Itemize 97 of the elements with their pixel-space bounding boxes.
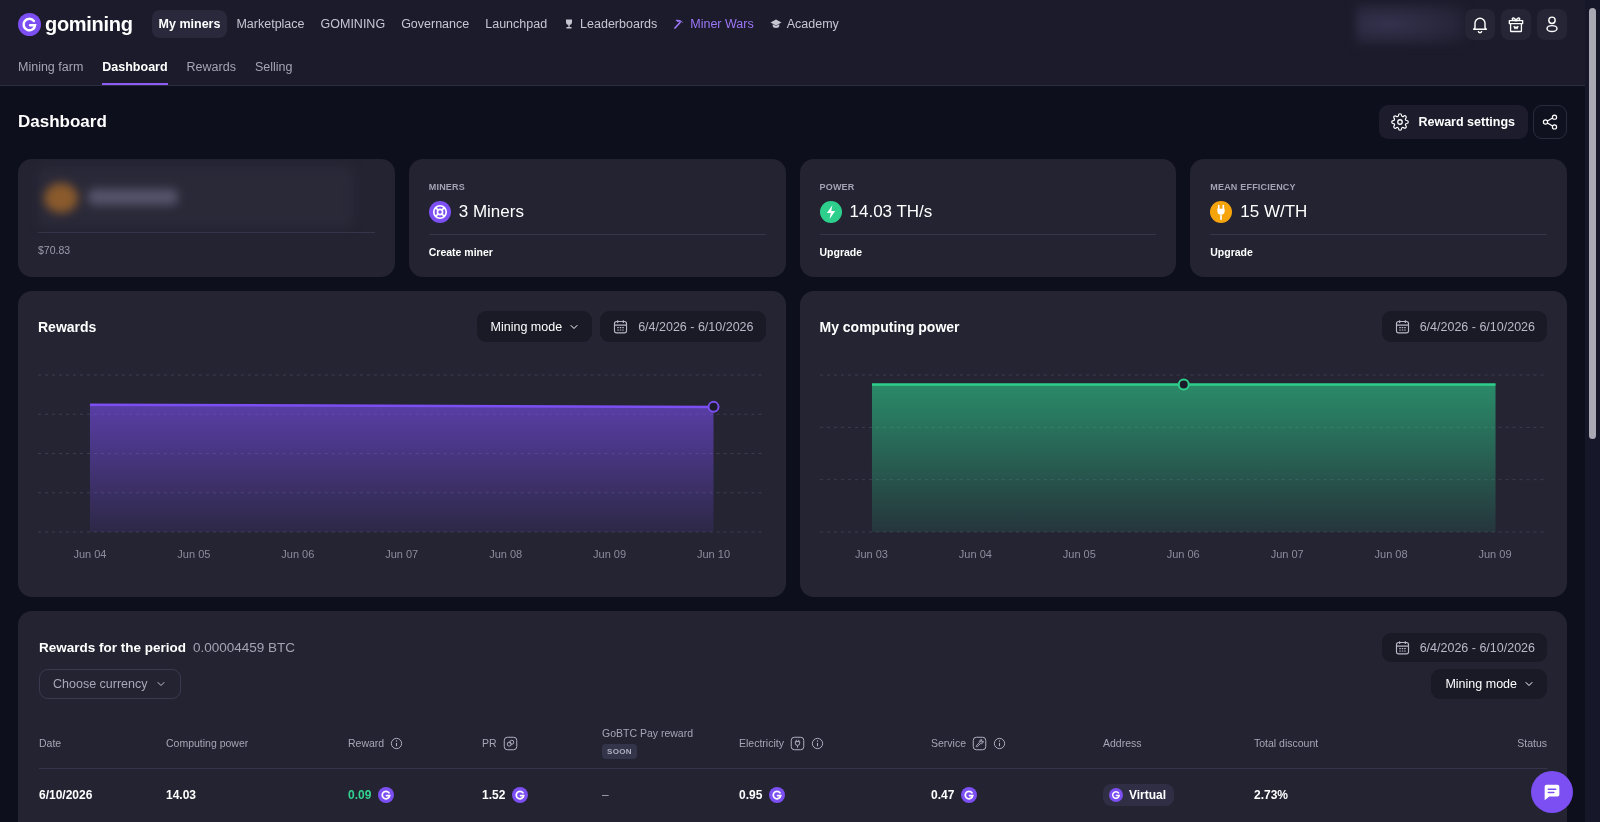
stat-link[interactable]: Upgrade [1210, 245, 1253, 259]
x-axis-label: Jun 10 [696, 548, 730, 561]
calendar-icon [1393, 318, 1411, 335]
x-axis-label: Jun 04 [958, 548, 992, 561]
gift-button[interactable] [1501, 8, 1531, 40]
reward-settings-button[interactable]: Reward settings [1379, 105, 1528, 139]
pickaxe-icon [673, 18, 686, 30]
calendar-icon [1393, 639, 1411, 656]
x-axis-label: Jun 05 [177, 548, 211, 561]
coin-icon [512, 787, 529, 803]
table-cell: 1.52 [482, 788, 506, 802]
lightning-icon [819, 201, 842, 223]
column-header: Status [1517, 737, 1547, 749]
coin-icon [1109, 788, 1123, 802]
table-cell: 6/10/2026 [39, 788, 93, 802]
x-axis-label: Jun 06 [281, 548, 315, 561]
table-cell: 0.95 [739, 788, 763, 802]
link-icon [502, 735, 518, 751]
table-cell: 0.47 [931, 788, 955, 802]
info-icon[interactable] [993, 736, 1006, 750]
nav-link[interactable]: Marketplace [229, 10, 312, 38]
calendar-icon [612, 318, 630, 335]
column-header: Service [931, 737, 966, 749]
stat-value: 3 Miners [458, 201, 524, 223]
mode-dropdown[interactable]: Mining mode [476, 311, 593, 342]
share-button[interactable] [1533, 105, 1567, 139]
share-icon [1541, 113, 1559, 131]
settings-icon [1391, 113, 1410, 131]
x-axis-label: Jun 03 [854, 548, 888, 561]
info-icon[interactable] [390, 736, 404, 750]
x-axis-label: Jun 07 [385, 548, 419, 561]
logo-icon[interactable] [18, 12, 41, 36]
stat-label: MEAN EFFICIENCY [1210, 181, 1296, 193]
nav-link[interactable]: My miners [151, 10, 228, 38]
graduation-cap-icon [769, 18, 782, 30]
period-total: 0.00004459 BTC [193, 640, 296, 655]
nav-link[interactable]: Leaderboards [556, 10, 665, 38]
nav-link[interactable]: GOMINING [313, 10, 393, 38]
section-title: Rewards for the period [39, 640, 187, 655]
coin-icon [961, 787, 978, 803]
stat-link[interactable]: Upgrade [819, 245, 863, 259]
sub-nav-tab[interactable]: Dashboard [102, 48, 168, 85]
column-header: Total discount [1254, 737, 1319, 749]
nav-link[interactable]: Academy [762, 10, 846, 38]
coin-icon [378, 787, 395, 803]
gift-icon [1506, 14, 1526, 34]
balance-value: $70.83 [38, 243, 71, 257]
x-axis-label: Jun 07 [1270, 548, 1304, 561]
date-range-picker[interactable]: 6/4/2026 - 6/10/2026 [1381, 633, 1547, 662]
column-header: GoBTC Pay reward [602, 727, 694, 739]
nav-link[interactable]: Governance [394, 10, 477, 38]
column-header: Computing power [166, 737, 249, 749]
currency-select[interactable]: Choose currency [39, 669, 181, 699]
date-range-picker[interactable]: 6/4/2026 - 6/10/2026 [600, 311, 766, 342]
table-cell: – [602, 788, 609, 802]
address-text: Virtual [1129, 788, 1167, 802]
nav-link[interactable]: Launchpad [478, 10, 555, 38]
scrollbar[interactable] [1585, 0, 1600, 822]
stat-value: 14.03 TH/s [849, 201, 933, 223]
table-cell: 2.73% [1254, 788, 1289, 802]
column-header: Date [39, 737, 62, 749]
notifications-button[interactable] [1465, 8, 1495, 40]
plug-icon [789, 735, 805, 751]
chart-title: Rewards [38, 318, 97, 335]
column-header: Electricity [739, 737, 784, 749]
x-axis-label: Jun 09 [1478, 548, 1512, 561]
table-cell: 14.03 [166, 788, 197, 802]
x-axis-label: Jun 08 [489, 548, 523, 561]
soon-badge: SOON [602, 744, 637, 759]
lifebuoy-icon [428, 201, 451, 223]
sub-nav-tab[interactable]: Rewards [186, 48, 236, 85]
x-axis-label: Jun 05 [1062, 548, 1096, 561]
column-header: Reward [348, 737, 385, 749]
column-header: Address [1103, 737, 1142, 749]
nav-link[interactable]: Miner Wars [666, 10, 761, 38]
sub-nav-tab[interactable]: Mining farm [18, 48, 84, 85]
stat-label: MINERS [428, 181, 465, 193]
column-header: PR [482, 737, 497, 749]
coin-icon [769, 787, 786, 803]
stat-label: POWER [819, 181, 855, 193]
page-title: Dashboard [18, 112, 107, 132]
profile-button[interactable] [1537, 8, 1567, 40]
x-axis-label: Jun 06 [1166, 548, 1200, 561]
stat-value: 15 W/TH [1240, 201, 1308, 223]
stat-link[interactable]: Create miner [428, 245, 493, 259]
sub-nav-tab[interactable]: Selling [254, 48, 293, 85]
table-cell: 0.09 [348, 788, 372, 802]
x-axis-label: Jun 08 [1374, 548, 1408, 561]
wrench-icon [972, 735, 987, 751]
chart-title: My computing power [819, 318, 960, 335]
date-range-picker[interactable]: 6/4/2026 - 6/10/2026 [1381, 311, 1547, 342]
x-axis-label: Jun 09 [593, 548, 627, 561]
info-icon[interactable] [810, 736, 824, 750]
logo-text[interactable]: gomining [45, 12, 133, 36]
mode-dropdown[interactable]: Mining mode [1431, 669, 1547, 699]
x-axis-label: Jun 04 [73, 548, 107, 561]
plug-icon [1210, 201, 1233, 223]
